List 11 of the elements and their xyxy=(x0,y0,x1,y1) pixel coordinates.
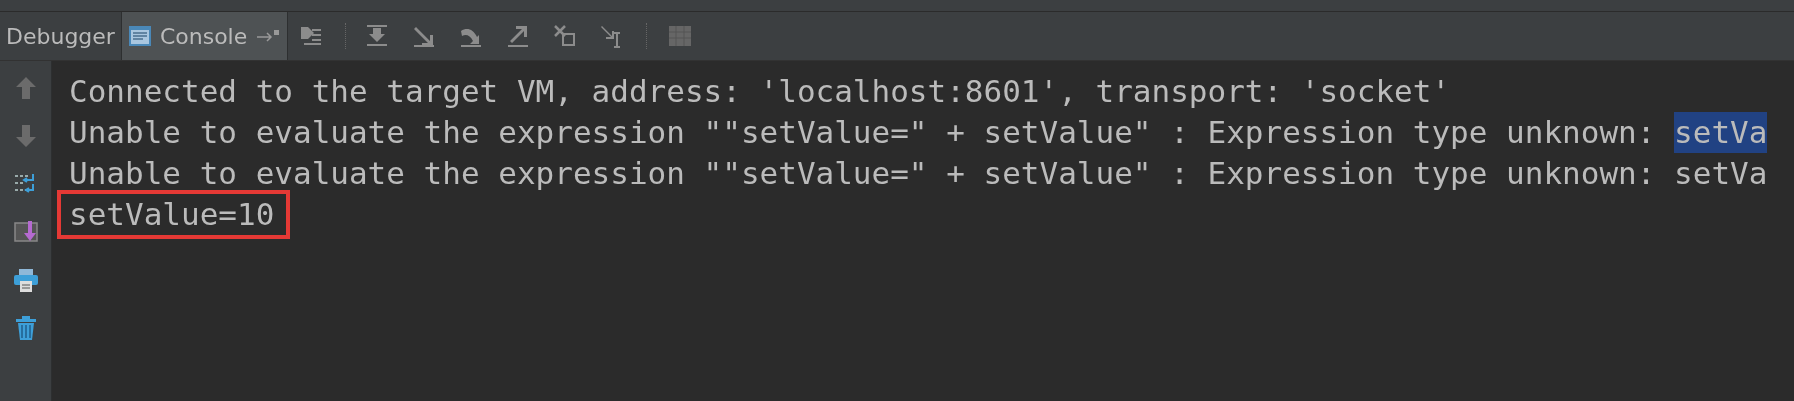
console-line: Connected to the target VM, address: 'localhost:8601', transport: 'socket' xyxy=(69,72,1451,111)
console-line: Unable to evaluate the expression ""setValue=" + setValue" : Expression type unknown: setVa xyxy=(69,154,1768,193)
table-icon[interactable] xyxy=(667,23,694,49)
console-icon xyxy=(127,24,152,48)
console-line: setValue=10 xyxy=(69,195,275,234)
selected-text: setVa xyxy=(1674,112,1768,153)
pin-icon[interactable] xyxy=(255,28,282,44)
tab[interactable]: Console xyxy=(121,12,289,60)
console-line: Unable to evaluate the expression ""setValue=" + setValue" : Expression type unknown: xyxy=(69,113,1657,152)
print-icon[interactable] xyxy=(12,267,39,293)
scroll-to-end-icon[interactable] xyxy=(12,219,39,245)
